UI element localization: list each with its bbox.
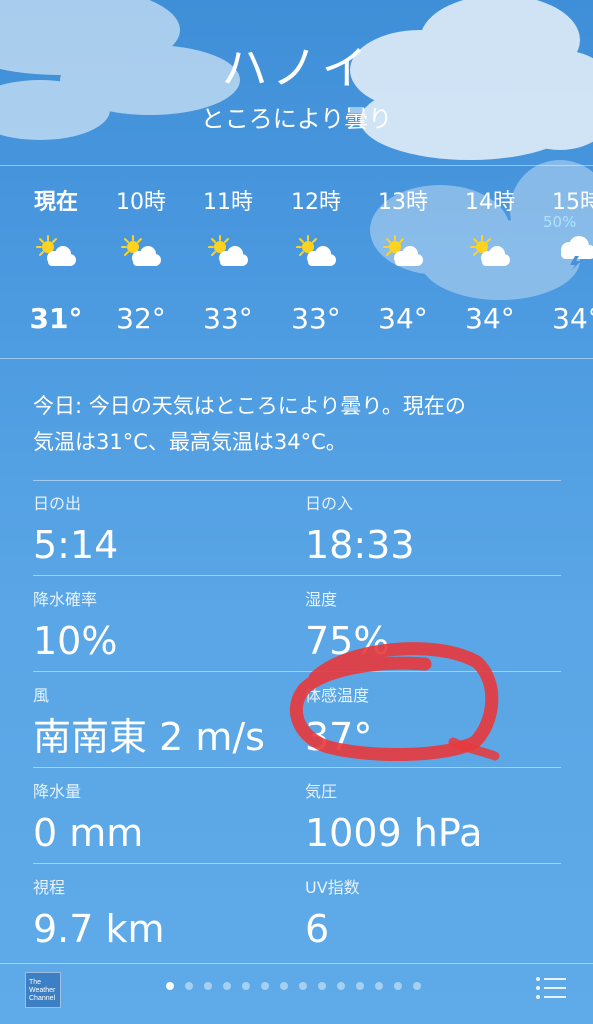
precip-chance-cell: 降水確率 10% <box>33 590 117 666</box>
partly-cloudy-icon <box>121 235 161 266</box>
page-dot[interactable] <box>261 982 269 990</box>
visibility-cell: 視程 9.7 km <box>33 878 165 954</box>
daily-summary: 今日: 今日の天気はところにより曇り。現在の 気温は31°C、最高気温は34°C… <box>33 388 563 460</box>
detail-value: 18:33 <box>305 523 415 567</box>
hour-time: 12時 <box>291 190 341 215</box>
page-dot[interactable] <box>204 982 212 990</box>
list-icon[interactable] <box>535 975 567 1001</box>
hour-item: 現在 31° <box>12 166 100 358</box>
hour-item: 13時 34° <box>359 166 447 358</box>
details-row: 風 南南東 2 m/s 体感温度 37° <box>33 672 561 768</box>
page-dot[interactable] <box>223 982 231 990</box>
hour-temp: 33° <box>291 302 341 335</box>
detail-value: 6 <box>305 907 330 951</box>
thunderstorm-icon <box>561 236 593 270</box>
hour-item: 10時 32° <box>97 166 185 358</box>
detail-value: 37° <box>305 715 373 759</box>
details-row: 視程 9.7 km UV指数 6 <box>33 864 561 959</box>
logo-text: Channel <box>29 995 56 1002</box>
page-dot[interactable] <box>375 982 383 990</box>
detail-value: 1009 hPa <box>305 811 483 855</box>
summary-line: 気温は31°C、最高気温は34°C。 <box>33 430 347 454</box>
detail-label: 体感温度 <box>305 686 370 705</box>
page-dot[interactable] <box>413 982 421 990</box>
feels-like-cell: 体感温度 37° <box>305 686 372 762</box>
partly-cloudy-icon <box>208 235 248 266</box>
page-dot[interactable] <box>394 982 402 990</box>
hour-temp: 34° <box>378 302 428 335</box>
divider <box>0 358 593 359</box>
partly-cloudy-icon <box>36 235 76 266</box>
sunset-cell: 日の入 18:33 <box>305 494 415 570</box>
detail-label: 日の出 <box>33 494 82 513</box>
detail-label: 風 <box>33 686 50 705</box>
hour-item: 11時 33° <box>184 166 272 358</box>
hour-temp: 31° <box>29 302 83 335</box>
details-row: 降水量 0 mm 気圧 1009 hPa <box>33 768 561 864</box>
detail-label: 降水量 <box>33 782 82 801</box>
weather-channel-logo[interactable]: The Weather Channel <box>25 972 61 1008</box>
hour-time: 13時 <box>378 190 428 215</box>
divider <box>0 963 593 964</box>
weather-details: 日の出 5:14 日の入 18:33 降水確率 10% 湿度 75% 風 南南東… <box>33 480 561 959</box>
location-header: ハノイ ところにより曇り <box>0 38 593 136</box>
detail-label: 湿度 <box>305 590 338 609</box>
current-condition: ところにより曇り <box>200 105 393 133</box>
hour-temp: 33° <box>203 302 253 335</box>
hour-time: 10時 <box>116 190 166 215</box>
detail-label: 気圧 <box>305 782 338 801</box>
hour-temp: 34° <box>465 302 515 335</box>
city-name: ハノイ <box>221 41 372 95</box>
page-dot[interactable] <box>356 982 364 990</box>
detail-value: 10% <box>33 619 118 663</box>
summary-line: 今日: 今日の天気はところにより曇り。現在の <box>33 394 466 418</box>
pressure-cell: 気圧 1009 hPa <box>305 782 482 858</box>
hour-temp: 32° <box>116 302 166 335</box>
humidity-cell: 湿度 75% <box>305 590 389 666</box>
hour-time: 15時 <box>552 190 593 215</box>
partly-cloudy-icon <box>470 235 510 266</box>
detail-label: 視程 <box>33 878 66 897</box>
detail-value: 0 mm <box>33 811 144 855</box>
hour-item: 15時 50% 34° <box>533 166 593 358</box>
page-dot[interactable] <box>280 982 288 990</box>
hourly-forecast[interactable]: 現在 31° 10時 32° 11時 33° 12時 33° 13時 34° 1… <box>0 166 593 358</box>
sunrise-cell: 日の出 5:14 <box>33 494 118 570</box>
wind-cell: 風 南南東 2 m/s <box>33 686 265 762</box>
page-dot[interactable] <box>242 982 250 990</box>
detail-value: 9.7 km <box>33 907 165 951</box>
hour-time: 11時 <box>203 190 253 215</box>
details-row: 日の出 5:14 日の入 18:33 <box>33 480 561 576</box>
detail-value: 南南東 2 m/s <box>33 715 265 759</box>
detail-label: 日の入 <box>305 494 354 513</box>
hour-time: 14時 <box>465 190 515 215</box>
page-dot[interactable] <box>318 982 326 990</box>
details-row: 降水確率 10% 湿度 75% <box>33 576 561 672</box>
page-dot[interactable] <box>337 982 345 990</box>
precipitation-cell: 降水量 0 mm <box>33 782 143 858</box>
hour-temp: 34° <box>552 302 593 335</box>
page-dot[interactable] <box>166 982 174 990</box>
logo-text: Weather <box>29 987 56 994</box>
uv-index-cell: UV指数 6 <box>305 878 360 954</box>
hour-time: 現在 <box>33 190 78 215</box>
detail-value: 75% <box>305 619 390 663</box>
detail-label: UV指数 <box>305 878 360 897</box>
hour-item: 12時 33° <box>272 166 360 358</box>
partly-cloudy-icon <box>296 235 336 266</box>
logo-text: The <box>29 979 42 986</box>
bottom-toolbar: The Weather Channel <box>0 965 593 1024</box>
page-dot[interactable] <box>185 982 193 990</box>
detail-value: 5:14 <box>33 523 119 567</box>
partly-cloudy-icon <box>383 235 423 266</box>
hour-item: 14時 34° <box>446 166 534 358</box>
detail-label: 降水確率 <box>33 590 98 609</box>
page-dot[interactable] <box>299 982 307 990</box>
precip-chance: 50% <box>543 213 577 231</box>
